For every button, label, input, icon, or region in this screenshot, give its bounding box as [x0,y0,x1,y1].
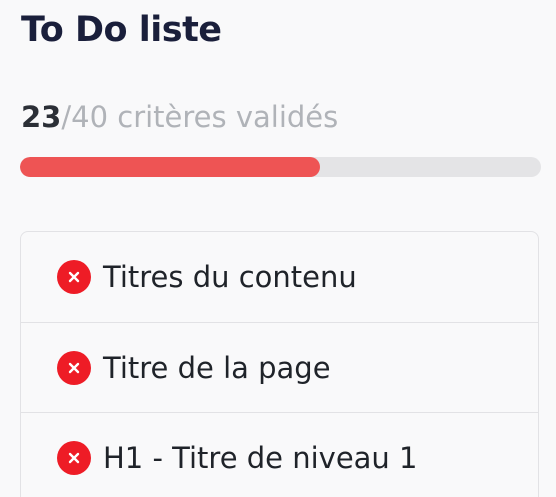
progress-total-text: /40 critères validés [61,100,339,134]
list-item-label: H1 - Titre de niveau 1 [103,440,418,475]
criteria-list: Titres du contenu Titre de la page H1 - … [20,231,539,497]
x-circle-icon [57,350,91,385]
x-circle-icon [57,440,91,475]
list-item[interactable]: H1 - Titre de niveau 1 [21,413,538,497]
progress-summary: 23/40 critères validés [21,100,338,134]
progress-bar-fill [20,157,320,177]
list-item-label: Titre de la page [103,350,331,385]
list-item[interactable]: Titres du contenu [21,232,538,323]
progress-done-count: 23 [21,100,62,134]
list-item-label: Titres du contenu [103,260,357,294]
page-title: To Do liste [21,10,222,50]
list-item[interactable]: Titre de la page [21,323,538,413]
progress-bar [20,157,541,177]
x-circle-icon [57,260,91,294]
todo-panel: To Do liste 23/40 critères validés Titre… [0,0,556,497]
